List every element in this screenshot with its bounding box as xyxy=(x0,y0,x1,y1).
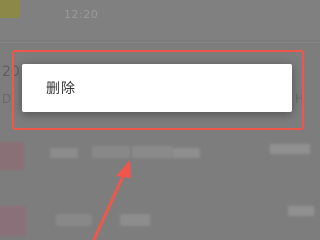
arrow-icon xyxy=(92,160,131,240)
